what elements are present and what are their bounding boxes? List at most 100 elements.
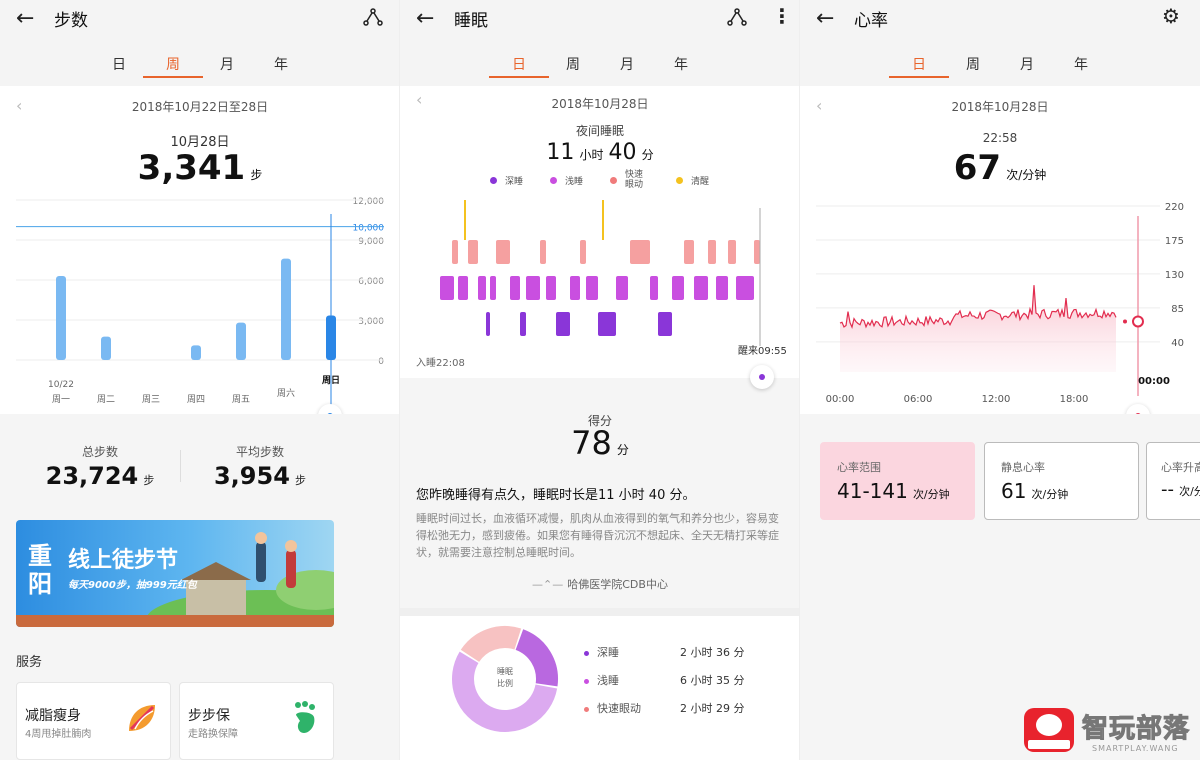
card-label: 静息心率 <box>1001 461 1045 474</box>
tab-year[interactable]: 年 <box>251 54 311 74</box>
step-count: 3,341 步 <box>0 148 399 188</box>
total-steps-unit: 步 <box>143 474 155 487</box>
start-date-label: 10/22 <box>48 380 74 390</box>
x-tick-label: 18:00 <box>1060 394 1089 405</box>
source-label: 哈佛医学院CDB中心 <box>567 578 668 591</box>
section-divider <box>400 608 799 616</box>
sleep-legend: 深睡 浅睡 快速 眼动 清醒 <box>486 170 746 194</box>
x-tick-label: 12:00 <box>982 394 1011 405</box>
step-bar <box>281 258 291 360</box>
heart-panel: ← 心率 ⚙ 日 周 月 年 ‹ 2018年10月28日 22:58 67 次/… <box>800 0 1200 760</box>
y-tick-label: 3,000 <box>358 317 384 327</box>
watermark-url: SMARTPLAY.WANG <box>1092 744 1179 753</box>
sleep-stage-block <box>520 312 526 336</box>
sleep-stage-block <box>580 240 586 264</box>
card-value-row: 41-141 次/分钟 <box>837 479 950 503</box>
donut-center-label: 睡眠 比例 <box>497 667 513 688</box>
tab-day[interactable]: 日 <box>889 54 949 78</box>
services-title: 服务 <box>16 655 43 670</box>
share-icon[interactable] <box>726 8 748 26</box>
sleep-panel: ← 睡眠 ⋮ 日 周 月 年 ‹ 2018年10月28日 夜间睡眠 11 小时 … <box>400 0 800 760</box>
sleep-header: ← 睡眠 ⋮ 日 周 月 年 <box>400 0 799 86</box>
breakdown-row: 深睡 2 小时 36 分 <box>584 644 784 660</box>
x-tick-label: 周六 <box>277 387 295 399</box>
sleep-stage-block <box>526 276 540 300</box>
source: —⌃— 哈佛医学院CDB中心 <box>400 576 799 592</box>
y-tick-label: 40 <box>1171 338 1184 349</box>
step-bar <box>101 336 111 360</box>
card-value: 41-141 <box>837 479 908 503</box>
card-label: 心率范围 <box>837 461 881 474</box>
service-card-fatloss[interactable]: 减脂瘦身 4周甩掉肚腩肉 <box>16 682 171 760</box>
tab-year[interactable]: 年 <box>651 54 711 74</box>
watermark-logo <box>1024 708 1074 752</box>
sleep-stage-block <box>496 240 510 264</box>
y-tick-label: 220 <box>1165 202 1184 213</box>
breakdown-name: 快速眼动 <box>597 702 641 715</box>
heart-rate-area <box>840 285 1116 372</box>
x-tick-label: 周五 <box>232 394 250 405</box>
x-tick-label: 06:00 <box>904 394 933 405</box>
period-tabs: 日 周 月 年 <box>800 54 1200 80</box>
step-bar <box>56 276 66 360</box>
sleep-duration: 11 小时 40 分 <box>400 140 799 165</box>
share-icon[interactable] <box>362 8 384 26</box>
more-menu-icon[interactable]: ⋮ <box>772 4 792 28</box>
tab-week[interactable]: 周 <box>943 54 1003 74</box>
sleep-stage-block <box>490 276 496 300</box>
step-bar <box>191 345 201 360</box>
tab-year[interactable]: 年 <box>1051 54 1111 74</box>
step-bar <box>236 322 246 360</box>
card-resting-hr[interactable]: 静息心率 61 次/分钟 <box>984 442 1139 520</box>
sleep-label: 夜间睡眠 <box>575 124 624 138</box>
breakdown-value: 6 小时 35 分 <box>680 674 745 687</box>
card-unit: 次/分钟 <box>912 488 950 501</box>
service-sub: 走路换保障 <box>188 729 238 740</box>
sleep-advice: 睡眠时间过长，血液循环减慢，肌肉从血液得到的氧气和养分也少，容易变得松弛无力，感… <box>416 512 779 559</box>
sleep-stage-block <box>570 276 580 300</box>
sleep-minutes-unit: 分 <box>641 148 654 162</box>
step-unit: 步 <box>250 168 263 182</box>
banner-title-main: 重阳 <box>28 541 52 598</box>
total-steps-label: 总步数 <box>81 445 118 459</box>
tab-day[interactable]: 日 <box>89 54 149 74</box>
sleep-stage-block <box>694 276 708 300</box>
hiking-banner[interactable]: 重阳 线上徒步节 每天9000步，抽999元红包 <box>16 520 334 627</box>
tab-week[interactable]: 周 <box>143 54 203 78</box>
avg-steps: 3,954 步 <box>190 462 330 490</box>
watermark-name: 智玩部落 <box>1081 714 1191 745</box>
tab-day[interactable]: 日 <box>489 54 549 78</box>
settings-gear-icon[interactable]: ⚙ <box>1162 4 1180 28</box>
timeline-knob[interactable] <box>750 365 774 389</box>
card-hr-range[interactable]: 心率范围 41-141 次/分钟 <box>820 442 975 520</box>
sleep-stage-block <box>684 240 694 264</box>
leaf-icon <box>129 705 155 731</box>
awake-marker <box>602 200 604 240</box>
tab-month[interactable]: 月 <box>197 54 257 74</box>
steps-chart: 12,000 10,000 9,000 6,000 3,000 0 周一 周二 周三 周四 周五 周六… <box>16 197 384 406</box>
footprint-icon <box>295 701 315 733</box>
service-card-stepinsure[interactable]: 步步保 走路换保障 <box>179 682 334 760</box>
sleep-minutes: 40 <box>608 140 637 165</box>
legend-deep: 深睡 <box>490 174 523 187</box>
current-point <box>1132 315 1144 328</box>
back-arrow-icon[interactable]: ← <box>416 6 434 31</box>
back-arrow-icon[interactable]: ← <box>816 6 834 31</box>
page-title: 步数 <box>54 11 88 31</box>
card-value: 61 <box>1001 479 1027 503</box>
total-steps-value: 23,724 <box>45 462 139 490</box>
service-sub: 4周甩掉肚腩肉 <box>25 729 92 740</box>
sleep-stage-block <box>486 312 490 336</box>
card-hr-raise[interactable]: 心率升高 -- 次/分 <box>1146 442 1200 520</box>
score-value: 78 <box>571 424 612 462</box>
tab-week[interactable]: 周 <box>543 54 603 74</box>
legend-rem: 快速 眼动 <box>610 170 643 190</box>
tab-month[interactable]: 月 <box>597 54 657 74</box>
x-tick-label: 周一 <box>52 394 70 405</box>
y-tick-label: 175 <box>1165 236 1184 247</box>
card-unit: 次/分 <box>1179 485 1200 498</box>
back-arrow-icon[interactable]: ← <box>16 6 34 31</box>
sleep-stage-block <box>598 312 616 336</box>
sleep-stage-block <box>672 276 684 300</box>
tab-month[interactable]: 月 <box>997 54 1057 74</box>
